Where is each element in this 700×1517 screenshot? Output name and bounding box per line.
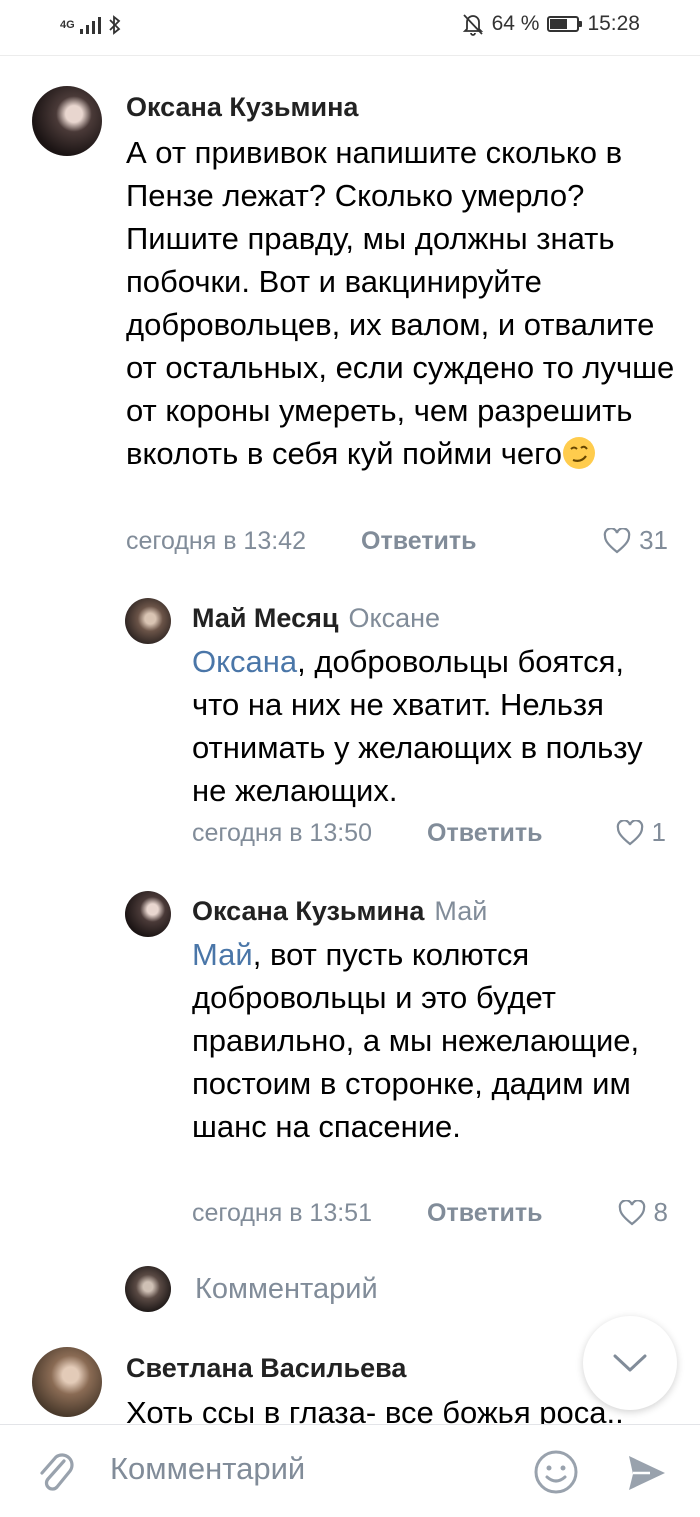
like-count: 1	[651, 817, 666, 847]
heart-icon	[618, 1199, 645, 1225]
comment-time: сегодня в 13:50	[192, 819, 372, 847]
comment-text: Оксана, добровольцы боятся, что на них н…	[192, 644, 643, 808]
heart-icon	[603, 527, 631, 553]
send-icon[interactable]	[626, 1453, 668, 1493]
reply-button[interactable]: Ответить	[427, 1199, 543, 1228]
comment-author[interactable]: Май Месяц	[192, 603, 338, 633]
reply-button[interactable]: Ответить	[427, 819, 543, 848]
attach-paperclip-icon[interactable]	[34, 1447, 78, 1495]
like-button[interactable]: 31	[603, 525, 668, 556]
comment-author[interactable]: Оксана Кузьмина	[192, 896, 424, 926]
comment-author[interactable]: Светлана Васильева	[126, 1353, 406, 1383]
smirking-face-emoji-icon	[563, 437, 596, 469]
reply-to-label[interactable]: Оксане	[348, 603, 440, 633]
scroll-down-button[interactable]	[583, 1316, 677, 1410]
like-count: 31	[639, 525, 668, 555]
clock: 15:28	[587, 12, 640, 35]
avatar[interactable]	[125, 598, 171, 644]
comment-text: Май, вот пусть колются добровольцы и это…	[192, 937, 640, 1144]
signal-icon	[79, 17, 101, 34]
mute-bell-icon	[462, 14, 483, 36]
reply-to-label[interactable]: Май	[434, 896, 487, 926]
network-type: 4G	[60, 18, 75, 31]
reply-composer-placeholder[interactable]: Комментарий	[195, 1273, 378, 1306]
mention-link[interactable]: Май	[192, 937, 253, 972]
comment-text: А от прививок напишите сколько в Пензе л…	[126, 135, 675, 471]
comment-composer-bar: Комментарий	[0, 1424, 700, 1517]
comment-time: сегодня в 13:51	[192, 1199, 372, 1227]
comment-author[interactable]: Оксана Кузьмина	[126, 92, 358, 122]
chevron-down-icon	[613, 1354, 647, 1372]
reply-button[interactable]: Ответить	[361, 527, 477, 556]
avatar[interactable]	[125, 891, 171, 937]
avatar[interactable]	[32, 86, 102, 156]
my-avatar	[125, 1266, 171, 1312]
battery-percent: 64 %	[491, 12, 540, 35]
status-bar: 4G 64 % 15:28	[0, 0, 700, 56]
heart-icon	[616, 819, 643, 845]
comment-input[interactable]: Комментарий	[110, 1451, 305, 1487]
like-button[interactable]: 1	[616, 817, 666, 848]
like-button[interactable]: 8	[618, 1197, 668, 1228]
avatar[interactable]	[32, 1347, 102, 1417]
bluetooth-icon	[109, 15, 121, 35]
battery-icon	[547, 16, 583, 32]
comment-time: сегодня в 13:42	[126, 527, 306, 555]
like-count: 8	[653, 1197, 668, 1227]
emoji-smile-icon[interactable]	[533, 1449, 579, 1495]
mention-link[interactable]: Оксана	[192, 644, 297, 679]
